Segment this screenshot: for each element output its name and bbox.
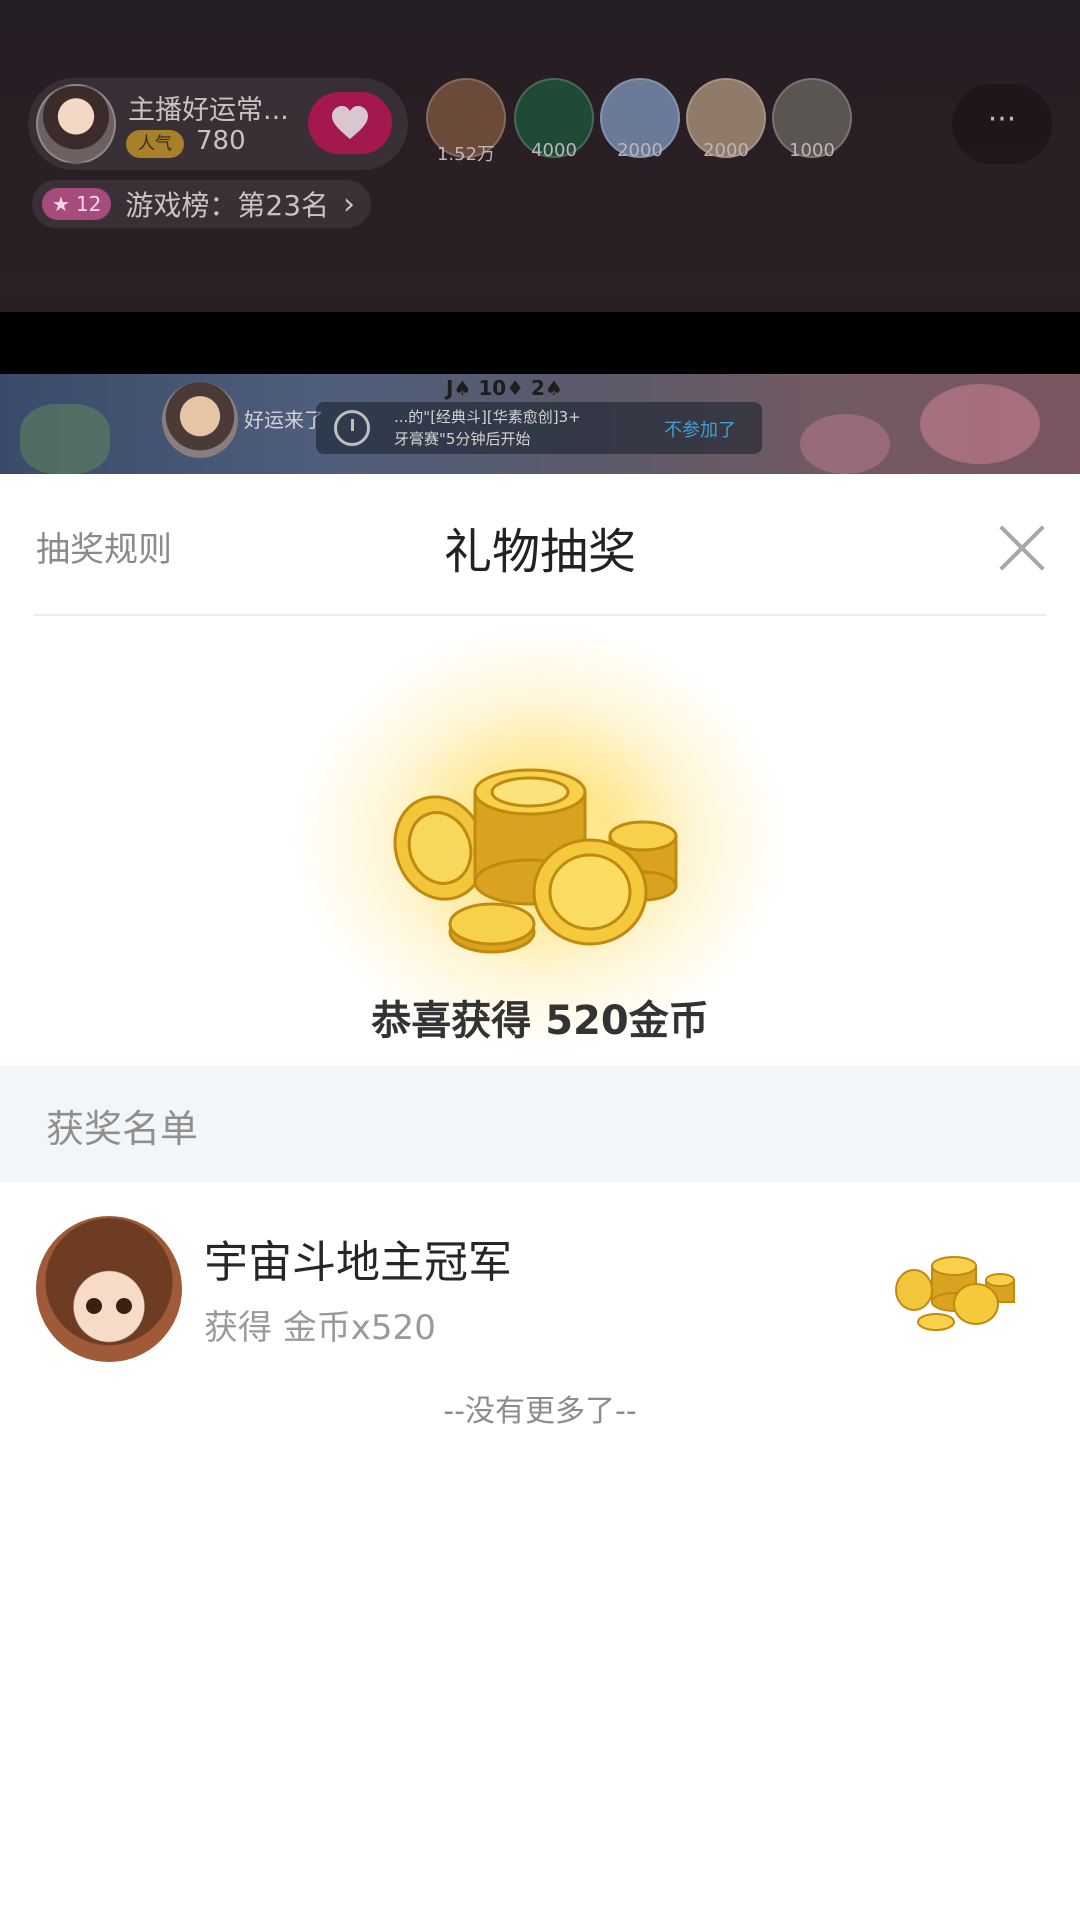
follow-button[interactable] [308, 92, 392, 154]
prize-result-text: 恭喜获得 520金币 [371, 998, 709, 1044]
gold-coins-icon [393, 768, 678, 954]
avatar-eye [86, 1298, 102, 1314]
decline-match-button[interactable]: 不参加了 [664, 416, 736, 442]
winners-list-title: 获奖名单 [46, 1107, 199, 1151]
luck-text: 好运来了 [244, 408, 324, 432]
close-icon[interactable] [996, 522, 1048, 574]
more-options-button[interactable]: ··· [952, 84, 1052, 164]
fan-value: 1.52万 [436, 144, 496, 165]
clock-icon [334, 410, 370, 446]
winners-list-header: 获奖名单 [0, 1066, 1080, 1182]
level-number: 12 [75, 192, 102, 216]
host-name: 主播好运常... [128, 95, 289, 126]
notice-line: ...的"[经典斗][华素愈创]3+ [394, 408, 581, 426]
sheet-title: 礼物抽奖 [443, 524, 636, 580]
blossom-decoration [800, 414, 890, 474]
game-banner: 好运来了 J♠ 10♦ 2♠ ...的"[经典斗][华素愈创]3+ 牙膏赛"5分… [0, 374, 1080, 474]
fan-value: 4000 [531, 140, 577, 161]
level-badge: ★ 12 [42, 188, 112, 220]
fan-value: 2000 [703, 140, 749, 161]
popularity-count: 780 [196, 126, 246, 156]
prize-display: 恭喜获得 520金币 [0, 616, 1080, 1066]
list-item[interactable]: 宇宙斗地主冠军 获得 金币x520 [0, 1216, 1080, 1376]
winner-reward: 获得 金币x520 [204, 1308, 436, 1348]
sheet-header: 抽奖规则 礼物抽奖 [0, 474, 1080, 614]
fan-value: 2000 [617, 140, 663, 161]
popularity-badge: 人气 [126, 130, 184, 158]
gift-lottery-sheet: 抽奖规则 礼物抽奖 恭喜获得 520金币 获奖名单 宇宙斗地主冠军 获得 金币x… [0, 474, 1080, 1920]
video-letterbox [0, 312, 1080, 374]
game-rank-pill[interactable]: ★ 12 游戏榜：第23名 › [32, 180, 372, 228]
host-avatar[interactable] [36, 84, 116, 164]
fan-value: 1000 [789, 140, 835, 161]
gold-coins-icon [895, 1256, 1015, 1331]
end-of-list-text: --没有更多了-- [443, 1394, 637, 1429]
blossom-decoration [920, 384, 1040, 464]
avatar-eye [116, 1298, 132, 1314]
match-notice: ...的"[经典斗][华素愈创]3+ 牙膏赛"5分钟后开始 不参加了 [316, 402, 762, 454]
host-card[interactable]: 主播好运常... 人气 780 [28, 78, 408, 170]
live-room-header: 主播好运常... 人气 780 1.52万 4000 2000 2000 100… [0, 0, 1080, 312]
game-rank-text: 游戏榜：第23名 [125, 189, 330, 222]
chevron-right-icon: › [343, 186, 356, 222]
notice-line: 牙膏赛"5分钟后开始 [394, 430, 531, 448]
cards-display: J♠ 10♦ 2♠ [446, 376, 563, 400]
tree-decoration [20, 404, 110, 474]
heart-icon [332, 106, 368, 139]
live-room-page: 主播好运常... 人气 780 1.52万 4000 2000 2000 100… [0, 0, 1080, 1920]
winner-name: 宇宙斗地主冠军 [204, 1237, 512, 1288]
winner-avatar [36, 1216, 182, 1362]
player-avatar [162, 382, 238, 458]
star-icon: ★ [52, 192, 70, 216]
